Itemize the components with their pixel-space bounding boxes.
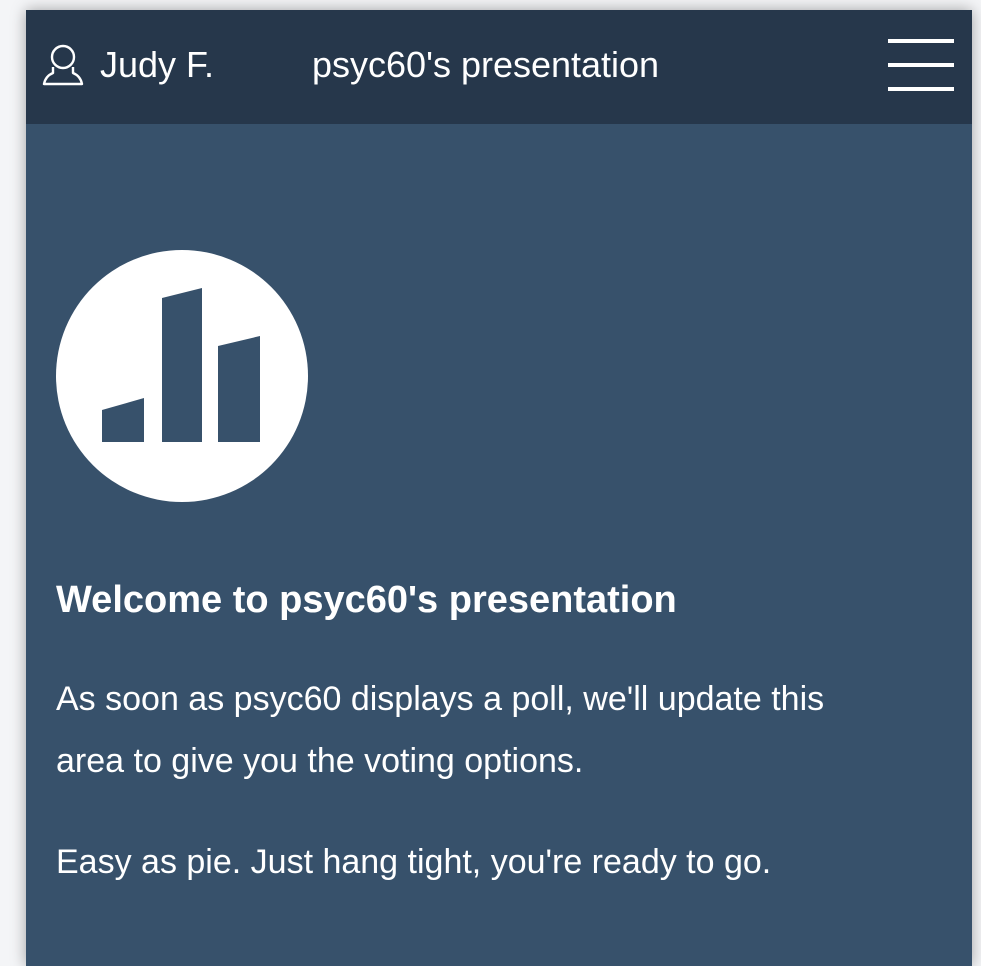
app-window: Judy F. psyc60's presentation Welcome to… [26,10,972,966]
ready-text: Easy as pie. Just hang tight, you're rea… [56,843,772,881]
user-name: Judy F. [100,44,215,85]
presentation-title: psyc60's presentation [312,44,660,85]
info-text: As soon as psyc60 displays a poll, we'll… [56,668,946,792]
user-icon [42,44,84,86]
menu-button[interactable] [888,36,954,94]
user-profile-button[interactable]: Judy F. [40,38,214,92]
hamburger-menu-icon [888,39,954,91]
info-line-1: As soon as psyc60 displays a poll, we'll… [56,680,825,718]
bar-chart-logo-icon [56,250,308,502]
welcome-heading: Welcome to psyc60's presentation [56,579,677,621]
info-line-2: area to give you the voting options. [56,742,584,780]
top-bar: Judy F. psyc60's presentation [26,10,972,124]
